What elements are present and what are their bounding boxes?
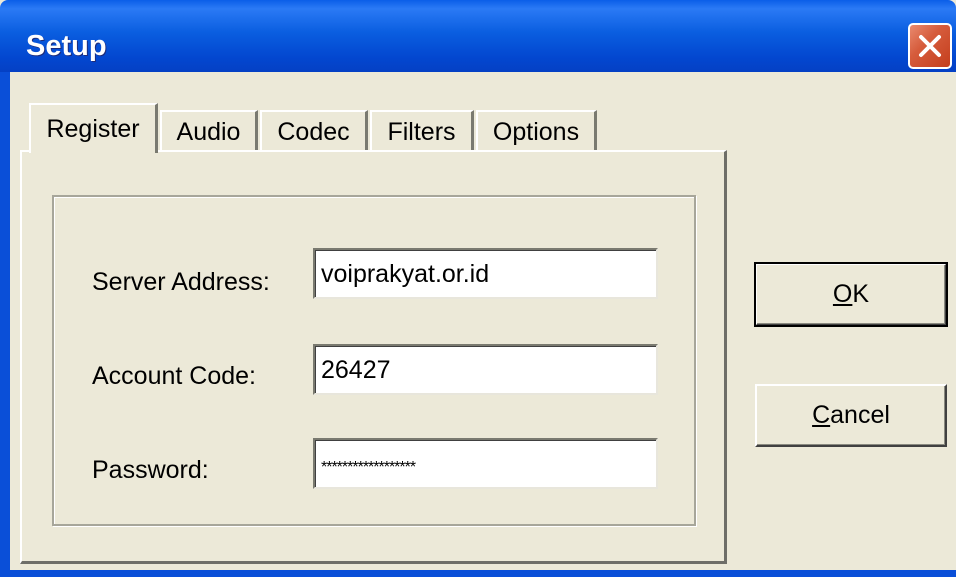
tab-filters-label: Filters bbox=[387, 117, 456, 146]
title-bar[interactable]: Setup bbox=[0, 0, 956, 72]
tab-codec-label: Codec bbox=[277, 117, 350, 146]
window-frame-left bbox=[0, 72, 10, 577]
tab-register-label: Register bbox=[46, 114, 140, 143]
close-button[interactable] bbox=[908, 23, 952, 69]
password-label: Password: bbox=[92, 456, 209, 484]
account-code-label: Account Code: bbox=[92, 362, 256, 390]
tab-audio-label: Audio bbox=[176, 117, 241, 146]
tab-register[interactable]: Register bbox=[29, 103, 158, 153]
window-title: Setup bbox=[26, 30, 107, 62]
cancel-label-rest: ancel bbox=[830, 401, 890, 429]
close-icon bbox=[919, 35, 941, 57]
server-address-label: Server Address: bbox=[92, 268, 270, 296]
account-code-input[interactable] bbox=[313, 344, 658, 395]
ok-label-rest: K bbox=[852, 280, 870, 308]
tab-audio[interactable]: Audio bbox=[160, 110, 258, 152]
tab-codec[interactable]: Codec bbox=[260, 110, 368, 152]
cancel-mnemonic: C bbox=[812, 401, 831, 429]
setup-dialog: Setup Register Audio Codec Filters Optio… bbox=[0, 0, 956, 577]
cancel-button[interactable]: Cancel bbox=[755, 384, 947, 447]
tab-options-label: Options bbox=[492, 117, 580, 146]
password-input[interactable] bbox=[313, 438, 658, 489]
server-address-input[interactable] bbox=[313, 248, 658, 299]
window-frame-bottom bbox=[0, 570, 956, 577]
ok-button[interactable]: OK bbox=[754, 262, 948, 327]
ok-mnemonic: O bbox=[832, 280, 853, 308]
tab-options[interactable]: Options bbox=[476, 110, 597, 152]
tab-filters[interactable]: Filters bbox=[370, 110, 474, 152]
